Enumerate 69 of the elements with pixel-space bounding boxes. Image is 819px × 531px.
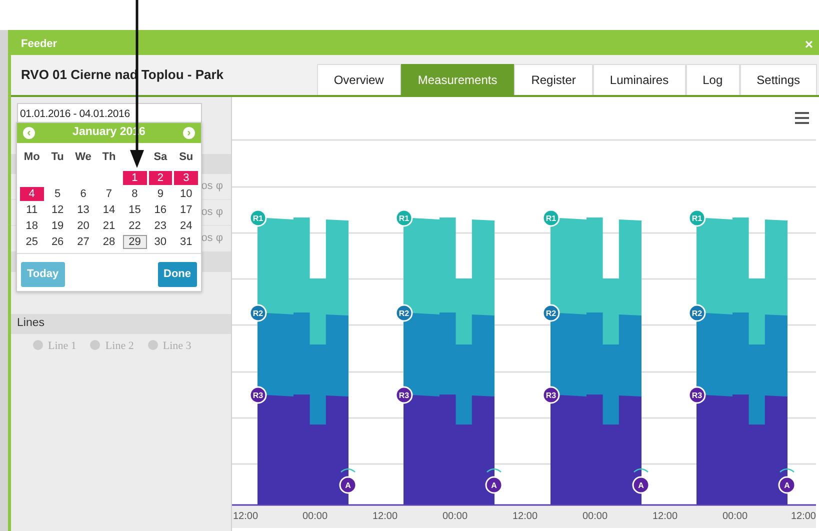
series-marker: R2 xyxy=(688,304,706,322)
done-button[interactable]: Done xyxy=(158,262,197,286)
calendar-day[interactable]: 28 xyxy=(97,235,121,249)
series-marker: R1 xyxy=(249,209,267,227)
calendar-day[interactable]: 20 xyxy=(71,219,96,233)
series-marker: R2 xyxy=(542,304,560,322)
calendar-day[interactable]: 3 xyxy=(174,171,198,185)
calendar-day[interactable]: 14 xyxy=(97,203,121,217)
axis-label: 12:00 xyxy=(512,511,538,522)
calendar-day[interactable]: 29 xyxy=(122,235,147,249)
series-marker: R3 xyxy=(688,386,706,404)
calendar-day[interactable]: 9 xyxy=(148,187,172,201)
calendar-day[interactable]: 4 xyxy=(20,187,44,201)
axis-label: 00:00 xyxy=(722,511,748,522)
calendar-day[interactable]: 30 xyxy=(148,235,172,249)
weekday-label: Su xyxy=(178,150,194,165)
calendar-day[interactable]: 26 xyxy=(46,235,70,249)
row-label: os φ xyxy=(201,205,223,220)
calendar-day[interactable]: 31 xyxy=(174,235,198,249)
axis-label: 12:00 xyxy=(372,511,398,522)
calendar-day[interactable]: 21 xyxy=(97,219,121,233)
tab[interactable]: Settings xyxy=(740,64,817,95)
row-label: os φ xyxy=(201,231,223,246)
axis-label: 12:00 xyxy=(790,511,816,522)
row-label: os φ xyxy=(201,179,223,194)
calendar-day[interactable]: 18 xyxy=(20,219,44,233)
axis-label: 12:00 xyxy=(652,511,678,522)
calendar-day[interactable]: 7 xyxy=(97,187,121,201)
weekday-label: We xyxy=(74,150,92,165)
series-marker: R1 xyxy=(542,209,560,227)
calendar-day[interactable]: 22 xyxy=(122,219,147,233)
calendar-day[interactable]: 10 xyxy=(174,187,198,201)
calendar-day[interactable]: 24 xyxy=(174,219,198,233)
calendar-day[interactable]: 16 xyxy=(148,203,172,217)
lines-heading: Lines xyxy=(11,314,231,334)
axis-label: 00:00 xyxy=(442,511,468,522)
weekday-label: Sa xyxy=(152,150,168,165)
calendar-day[interactable]: 13 xyxy=(71,203,96,217)
axis-label: 00:00 xyxy=(302,511,328,522)
series-marker: R1 xyxy=(395,209,413,227)
series-marker: R3 xyxy=(542,386,560,404)
weekday-label: Mo xyxy=(22,150,41,165)
calendar-day[interactable]: 17 xyxy=(174,203,198,217)
calendar-day[interactable]: 15 xyxy=(122,203,147,217)
axis-label: 00:00 xyxy=(582,511,608,522)
calendar-day[interactable]: 11 xyxy=(20,203,44,217)
calendar-day[interactable]: 23 xyxy=(148,219,172,233)
series-marker: R2 xyxy=(395,304,413,322)
calendar-day[interactable]: 19 xyxy=(46,219,70,233)
calendar-day[interactable]: 27 xyxy=(71,235,96,249)
window-title: Feeder xyxy=(21,36,58,52)
axis-label: 12:00 xyxy=(233,511,258,522)
tab[interactable]: Overview xyxy=(316,64,401,95)
calendar-day[interactable]: 2 xyxy=(148,171,172,185)
series-marker: R3 xyxy=(249,386,267,404)
calendar-day[interactable]: 8 xyxy=(122,187,147,201)
series-marker: R2 xyxy=(249,304,267,322)
calendar-day[interactable]: 12 xyxy=(46,203,70,217)
calendar-day[interactable]: 1 xyxy=(122,171,147,185)
series-marker: R3 xyxy=(395,386,413,404)
calendar-day[interactable]: 5 xyxy=(46,187,70,201)
tab[interactable]: Log xyxy=(686,64,740,95)
tab[interactable]: Register xyxy=(514,64,593,95)
weekday-label: Tu xyxy=(50,150,65,165)
tab[interactable]: Luminaires xyxy=(592,64,686,95)
calendar-day[interactable]: 6 xyxy=(71,187,96,201)
weekday-label: Th xyxy=(101,150,117,165)
series-marker: R1 xyxy=(688,209,706,227)
calendar-day[interactable]: 25 xyxy=(20,235,44,249)
